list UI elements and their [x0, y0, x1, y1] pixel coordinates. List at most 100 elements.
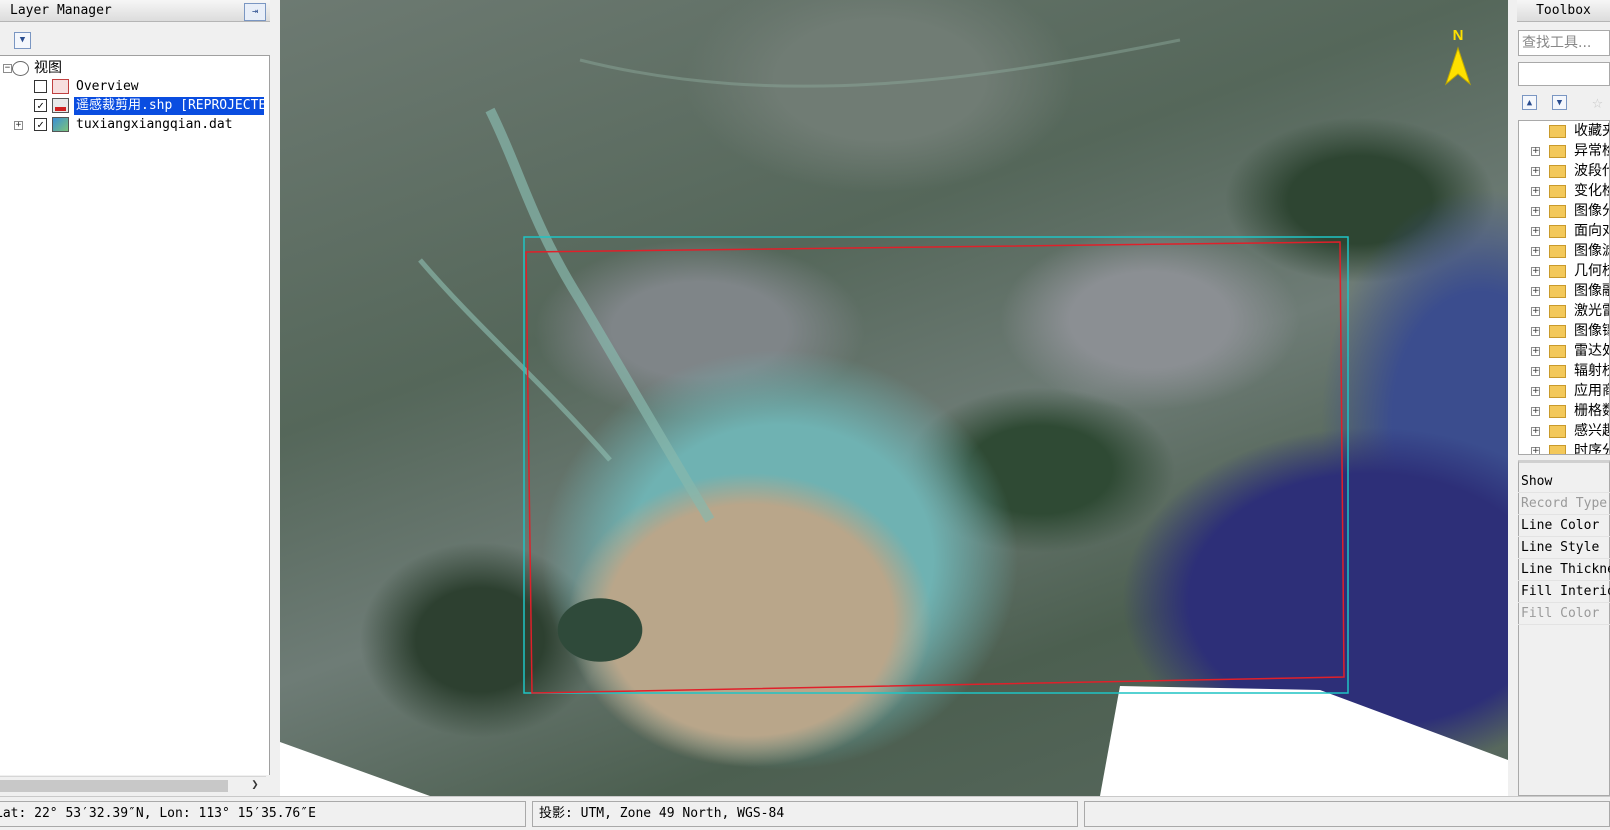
map-view[interactable]: N [280, 0, 1508, 796]
tree-root-label: 视图 [34, 60, 62, 76]
chevron-up-icon[interactable]: ▲ [1522, 95, 1537, 110]
property-row[interactable]: Line Color [1518, 515, 1610, 537]
toolbox-folder-item[interactable]: + 激光雷达 [1519, 301, 1609, 321]
expand-icon[interactable]: + [1531, 447, 1540, 454]
toolbox-folder-item[interactable]: + 几何校正 [1519, 261, 1609, 281]
property-row: Record Type [1518, 493, 1610, 515]
toolbox-tree: 收藏夹 + 异常检测 + 波段代数 + 变化检测 + 图像分类 + 面向对象 + 图像滤波 + 几何校正 + 图… [1518, 120, 1610, 455]
expand-icon[interactable]: + [1531, 187, 1540, 196]
expand-icon[interactable]: + [1531, 247, 1540, 256]
toolbox-folder-item[interactable]: + 图像滤波 [1519, 241, 1609, 261]
toolbox-folder-label: 图像滤波 [1574, 243, 1609, 259]
projection-info: 投影: UTM, Zone 49 North, WGS-84 [532, 801, 1078, 827]
scroll-right-icon[interactable]: ❯ [248, 777, 262, 792]
property-row[interactable]: Show [1518, 471, 1610, 493]
toolbox-folder-item[interactable]: + 变化检测 [1519, 181, 1609, 201]
folder-icon [1549, 345, 1566, 358]
tool-path-field[interactable] [1518, 62, 1610, 86]
toolbox-folder-label: 时序分析 [1574, 443, 1609, 455]
folder-icon [1549, 285, 1566, 298]
folder-icon [1549, 205, 1566, 218]
expand-icon[interactable]: + [1531, 327, 1540, 336]
toolbox-folder-label: 雷达处理 [1574, 343, 1609, 359]
expand-icon[interactable]: + [1531, 347, 1540, 356]
scrollbar-thumb[interactable] [0, 780, 228, 792]
toolbox-folder-item[interactable]: + 图像融合 [1519, 281, 1609, 301]
tool-search-input[interactable]: 查找工具... [1518, 30, 1610, 56]
toolbox-folder-item[interactable]: + 辐射校正 [1519, 361, 1609, 381]
folder-icon [1549, 305, 1566, 318]
toolbox-folder-item[interactable]: + 波段代数 [1519, 161, 1609, 181]
toolbox-folder-label: 图像分类 [1574, 203, 1609, 219]
overview-icon [52, 79, 69, 94]
folder-icon [1549, 225, 1566, 238]
nodata-region [1100, 686, 1508, 796]
layer-visibility-checkbox[interactable]: ✓ [34, 118, 47, 131]
expand-icon[interactable]: + [1531, 307, 1540, 316]
folder-icon [1549, 265, 1566, 278]
expand-icon[interactable]: + [1531, 227, 1540, 236]
folder-icon [1549, 365, 1566, 378]
property-row: Fill Color [1518, 603, 1610, 625]
expand-icon[interactable]: + [1531, 387, 1540, 396]
toolbox-folder-item[interactable]: + 时序分析 [1519, 441, 1609, 455]
status-extra [1084, 801, 1610, 827]
toolbox-folder-item[interactable]: + 雷达处理 [1519, 341, 1609, 361]
toolbox-folder-label: 图像融合 [1574, 283, 1609, 299]
toolbox-folder-item[interactable]: + 图像分类 [1519, 201, 1609, 221]
expand-icon[interactable]: + [1531, 267, 1540, 276]
expand-icon[interactable]: + [1531, 407, 1540, 416]
chevron-down-icon[interactable]: ▼ [14, 32, 31, 49]
toolbox-folder-label: 面向对象 [1574, 223, 1609, 239]
nodata-region [280, 742, 430, 796]
toolbox-folder-item[interactable]: + 栅格数据 [1519, 401, 1609, 421]
folder-icon [1549, 325, 1566, 338]
folder-icon [1549, 145, 1566, 158]
layer-manager-title: Layer Manager [0, 0, 270, 22]
pin-icon[interactable]: ⇥ [244, 3, 266, 21]
expand-icon[interactable]: + [1531, 367, 1540, 376]
expand-icon[interactable]: + [1531, 167, 1540, 176]
map-overlay: N [280, 27, 1508, 796]
layer-manager-toolbar [0, 24, 270, 52]
star-icon[interactable]: ☆ [1592, 92, 1603, 113]
layer-label: Overview [76, 79, 139, 94]
folder-icon [1549, 385, 1566, 398]
toolbox-folder-label: 波段代数 [1574, 163, 1609, 179]
view-icon [12, 61, 29, 76]
toolbox-folder-item[interactable]: 收藏夹 [1519, 121, 1609, 141]
favorites-folder-icon [1549, 125, 1566, 138]
expand-icon[interactable]: + [1531, 147, 1540, 156]
north-arrow-icon [1444, 46, 1472, 86]
toolbox-folder-label: 感兴趣区 [1574, 423, 1609, 439]
toolbox-folder-label: 激光雷达 [1574, 303, 1609, 319]
folder-icon [1549, 185, 1566, 198]
toolbox-folder-label: 收藏夹 [1574, 123, 1609, 139]
cursor-coordinates: Lat: 22° 53′32.39″N, Lon: 113° 15′35.76″… [0, 801, 526, 827]
clip-polygon-red[interactable] [525, 241, 1345, 694]
expand-icon[interactable]: + [1531, 287, 1540, 296]
layer-tree: − 视图 Overview ✓ 遥感裁剪用.shp [REPROJECTED] … [0, 55, 270, 775]
property-row[interactable]: Line Style [1518, 537, 1610, 559]
folder-icon [1549, 425, 1566, 438]
folder-icon [1549, 445, 1566, 454]
layer-visibility-checkbox[interactable] [34, 80, 47, 93]
toolbox-folder-item[interactable]: + 应用商店 [1519, 381, 1609, 401]
expand-icon[interactable]: + [1531, 427, 1540, 436]
toolbox-folder-item[interactable]: + 面向对象 [1519, 221, 1609, 241]
folder-icon [1549, 245, 1566, 258]
expand-icon[interactable]: + [1531, 207, 1540, 216]
toolbox-folder-item[interactable]: + 图像镶嵌 [1519, 321, 1609, 341]
expand-icon[interactable]: + [14, 121, 23, 130]
toolbox-folder-label: 几何校正 [1574, 263, 1609, 279]
property-row[interactable]: Fill Interior [1518, 581, 1610, 603]
property-row[interactable]: Line Thickness [1518, 559, 1610, 581]
collapse-icon[interactable]: − [3, 64, 12, 73]
toolbox-folder-item[interactable]: + 感兴趣区 [1519, 421, 1609, 441]
north-label: N [1453, 27, 1464, 44]
toolbox-folder-item[interactable]: + 异常检测 [1519, 141, 1609, 161]
layer-visibility-checkbox[interactable]: ✓ [34, 99, 47, 112]
extent-box-cyan[interactable] [523, 236, 1349, 694]
chevron-down-icon[interactable]: ▼ [1552, 95, 1567, 110]
toolbox-folder-label: 栅格数据 [1574, 403, 1609, 419]
